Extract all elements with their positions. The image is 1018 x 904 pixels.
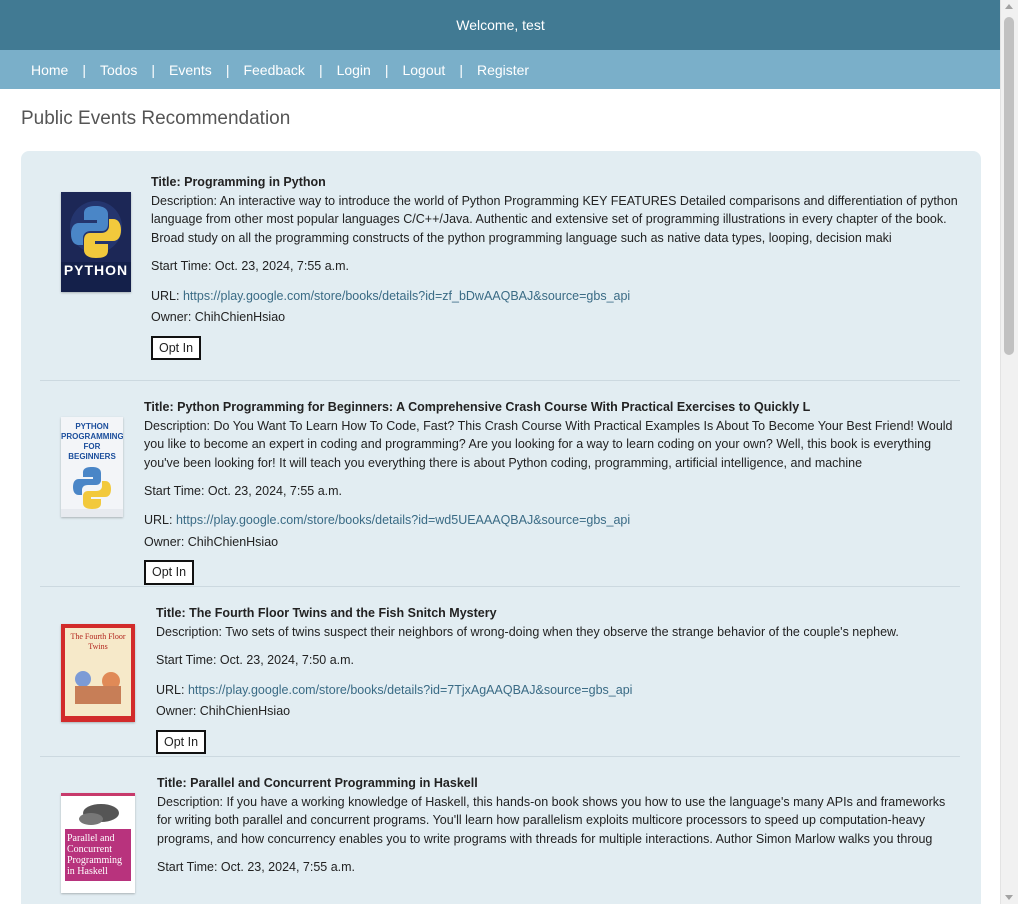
welcome-text: Welcome, test [456,17,545,33]
nav-register-link[interactable]: Register [477,62,529,78]
book-cover-image: The Fourth Floor Twins [61,624,135,722]
event-details: Title: The Fourth Floor Twins and the Fi… [156,604,956,754]
url-label: URL: [156,682,185,697]
opt-in-button[interactable]: Opt In [151,335,202,360]
event-owner: Owner: ChihChienHsiao [156,702,956,721]
event-start-time: Start Time: Oct. 23, 2024, 7:55 a.m. [151,257,959,276]
event-url-link[interactable]: https://play.google.com/store/books/deta… [183,289,630,303]
event-start-time: Start Time: Oct. 23, 2024, 7:55 a.m. [144,482,962,501]
book-cover-image: PYTHON [61,192,131,292]
start-time-value: Oct. 23, 2024, 7:55 a.m. [207,483,343,498]
start-time-value: Oct. 23, 2024, 7:50 a.m. [219,653,355,667]
book-cover-image: Parallel and Concurrent Programming in H… [61,793,135,893]
opt-in-button[interactable]: Opt In [156,729,207,754]
nav-separator: | [459,61,463,78]
events-list: PYTHON Title: Programming in Python Desc… [21,151,981,904]
nav-login-link[interactable]: Login [337,62,371,78]
start-time-value: Oct. 23, 2024, 7:55 a.m. [220,860,356,874]
event-start-time: Start Time: Oct. 23, 2024, 7:50 a.m. [156,651,956,670]
owner-value: ChihChienHsiao [194,310,286,324]
event-url: URL: https://play.google.com/store/books… [151,287,959,306]
nav-home-link[interactable]: Home [31,62,68,78]
cover-title-text: The Fourth Floor Twins [70,632,126,651]
event-details: Title: Programming in Python Description… [151,173,959,360]
start-time-label: Start Time: [151,259,212,273]
scroll-up-arrow-icon[interactable] [1005,4,1013,9]
url-label: URL: [144,513,173,527]
nav-logout-link[interactable]: Logout [402,62,445,78]
main-nav: Home | Todos | Events | Feedback | Login… [0,50,1001,89]
nav-separator: | [384,61,389,78]
url-label: URL: [151,288,180,303]
event-details: Title: Parallel and Concurrent Programmi… [157,774,957,877]
event-description: Description: If you have a working knowl… [157,794,946,846]
page-title: Public Events Recommendation [21,108,291,129]
cover-title-text: Parallel and Concurrent Programming in H… [67,833,122,877]
cover-title-text: PYTHON PROGRAMMING FOR BEGINNERS [61,422,123,461]
nav-todos-link[interactable]: Todos [100,62,137,78]
event-owner: Owner: ChihChienHsiao [144,533,962,552]
owner-value: ChihChienHsiao [199,704,291,718]
nav-separator: | [318,61,323,78]
event-item: PYTHON Title: Programming in Python Desc… [40,151,960,381]
nav-separator: | [82,61,86,78]
event-item: The Fourth Floor Twins Title: The Fourth… [40,587,960,757]
event-url: URL: https://play.google.com/store/books… [156,681,956,700]
nav-separator: | [151,61,155,78]
scrollbar-thumb[interactable] [1004,17,1014,355]
event-item: PYTHON PROGRAMMING FOR BEGINNERS Title: … [40,381,960,587]
scroll-down-arrow-icon[interactable] [1005,895,1013,900]
start-time-label: Start Time: [157,860,218,874]
event-title: Title: Programming in Python [151,175,326,189]
event-url: URL: https://play.google.com/store/books… [144,511,962,530]
start-time-label: Start Time: [156,653,217,667]
start-time-label: Start Time: [144,483,205,498]
start-time-value: Oct. 23, 2024, 7:55 a.m. [214,259,350,273]
owner-label: Owner: [151,310,192,324]
welcome-bar: Welcome, test [0,0,1001,50]
owner-label: Owner: [156,704,197,718]
book-cover-image: PYTHON PROGRAMMING FOR BEGINNERS [61,417,123,517]
event-title: Title: Parallel and Concurrent Programmi… [157,776,478,790]
event-url-link[interactable]: https://play.google.com/store/books/deta… [188,683,632,697]
page: Welcome, test Home | Todos | Events | Fe… [0,0,1001,904]
opt-in-button[interactable]: Opt In [144,560,195,585]
event-start-time: Start Time: Oct. 23, 2024, 7:55 a.m. [157,858,957,877]
vertical-scrollbar[interactable] [1000,0,1018,904]
nav-separator: | [225,61,230,78]
event-details: Title: Python Programming for Beginners:… [144,398,962,585]
event-description: Description: An interactive way to intro… [151,193,958,245]
event-item: Parallel and Concurrent Programming in H… [40,757,960,904]
nav-feedback-link[interactable]: Feedback [243,62,304,78]
event-owner: Owner: ChihChienHsiao [151,308,959,327]
event-title: Title: The Fourth Floor Twins and the Fi… [156,606,497,620]
nav-events-link[interactable]: Events [169,62,212,78]
event-description: Description: Do You Want To Learn How To… [144,418,953,470]
owner-label: Owner: [144,534,185,549]
event-title: Title: Python Programming for Beginners:… [144,400,811,414]
cover-title-text: PYTHON [63,262,129,278]
event-description: Description: Two sets of twins suspect t… [156,624,899,639]
owner-value: ChihChienHsiao [187,534,279,549]
event-url-link[interactable]: https://play.google.com/store/books/deta… [176,513,630,527]
